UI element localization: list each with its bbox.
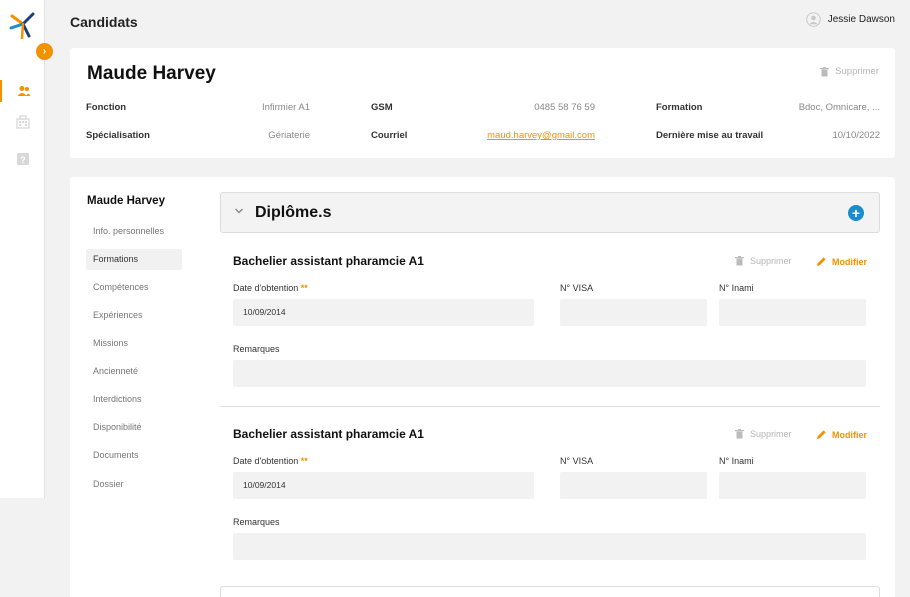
- courriel-label: Courriel: [371, 130, 408, 141]
- side-nav-item-anciennete[interactable]: Ancienneté: [86, 361, 182, 382]
- brand-logo[interactable]: [9, 11, 37, 40]
- building-icon: [15, 115, 30, 129]
- side-nav-item-documents[interactable]: Documents: [86, 445, 182, 466]
- chevron-right-icon: ›: [42, 46, 47, 57]
- formation-value: Bdoc, Omnicare, ...: [798, 102, 880, 113]
- inami-field[interactable]: [719, 472, 866, 499]
- inami-label: N° Inami: [719, 283, 754, 293]
- gsm-label: GSM: [371, 102, 393, 113]
- edit-label: Modifier: [832, 256, 867, 267]
- pencil-icon: [817, 257, 826, 266]
- section-title: Diplôme.s: [255, 204, 332, 221]
- gsm-value: 0485 58 76 59: [534, 102, 595, 113]
- delete-label: Supprimer: [750, 429, 792, 439]
- side-nav-item-disponibilite[interactable]: Disponibilité: [86, 417, 182, 438]
- last-work-value: 10/10/2022: [832, 130, 880, 141]
- trash-icon: [735, 256, 744, 266]
- nav-candidates[interactable]: [0, 80, 45, 102]
- candidate-name: Maude Harvey: [87, 63, 216, 84]
- help-icon: ?: [16, 153, 29, 165]
- side-nav-item-competences[interactable]: Compétences: [86, 277, 182, 298]
- users-icon: [17, 86, 30, 96]
- visa-field[interactable]: [560, 299, 707, 326]
- nav-companies[interactable]: [0, 111, 45, 133]
- delete-label: Supprimer: [750, 256, 792, 266]
- date-obtention-field[interactable]: 10/09/2014: [233, 472, 534, 499]
- delete-diploma-button[interactable]: Supprimer: [735, 429, 792, 439]
- side-nav-item-formations[interactable]: Formations: [86, 249, 182, 270]
- edit-diploma-button[interactable]: Modifier: [816, 429, 867, 440]
- edit-label: Modifier: [832, 429, 867, 440]
- side-nav-item-interdictions[interactable]: Interdictions: [86, 389, 182, 410]
- add-diploma-button[interactable]: +: [848, 205, 864, 221]
- formation-label: Formation: [656, 102, 703, 113]
- date-obtention-label: Date d'obtention **: [233, 283, 308, 293]
- email-link[interactable]: maud.harvey@gmail.com: [487, 130, 595, 141]
- page-title: Candidats: [70, 14, 138, 30]
- date-obtention-label: Date d'obtention **: [233, 456, 308, 466]
- delete-diploma-button[interactable]: Supprimer: [735, 256, 792, 266]
- delete-candidate-button[interactable]: Supprimer: [820, 66, 879, 77]
- svg-text:?: ?: [20, 155, 26, 165]
- diploma-title: Bachelier assistant pharamcie A1: [233, 427, 424, 441]
- diploma-entry: Bachelier assistant pharamcie A1 Supprim…: [233, 427, 867, 562]
- delete-label: Supprimer: [835, 66, 879, 77]
- edit-diploma-button[interactable]: Modifier: [816, 256, 867, 267]
- side-nav-title: Maude Harvey: [87, 195, 165, 207]
- inami-field[interactable]: [719, 299, 866, 326]
- required-mark: **: [300, 456, 308, 466]
- nav-help[interactable]: ?: [0, 148, 45, 170]
- visa-label: N° VISA: [560, 283, 594, 293]
- plus-icon: +: [851, 205, 861, 221]
- remarques-label: Remarques: [233, 517, 280, 527]
- user-avatar-icon: [805, 12, 821, 27]
- specialisation-label: Spécialisation: [86, 130, 150, 141]
- next-section-header[interactable]: [220, 586, 880, 597]
- candidate-detail-card: Maude Harvey Info. personnelles Formatio…: [70, 177, 895, 597]
- trash-icon: [735, 429, 744, 439]
- divider: [220, 406, 880, 407]
- remarques-label: Remarques: [233, 344, 280, 354]
- diplomas-section-header[interactable]: Diplôme.s +: [220, 192, 880, 233]
- side-nav-item-info[interactable]: Info. personnelles: [86, 221, 182, 242]
- side-nav-item-experiences[interactable]: Expériences: [86, 305, 182, 326]
- visa-label: N° VISA: [560, 456, 594, 466]
- user-menu[interactable]: Jessie Dawson: [805, 12, 895, 27]
- candidate-header-card: Maude Harvey Supprimer Fonction Infirmie…: [70, 48, 895, 158]
- visa-field[interactable]: [560, 472, 707, 499]
- side-nav-item-dossier[interactable]: Dossier: [86, 474, 182, 495]
- chevron-down-icon: [235, 208, 243, 214]
- remarques-field[interactable]: [233, 533, 866, 560]
- pencil-icon: [817, 430, 826, 439]
- last-work-label: Dernière mise au travail: [656, 130, 764, 141]
- required-mark: **: [300, 283, 308, 293]
- diploma-entry: Bachelier assistant pharamcie A1 Supprim…: [233, 254, 867, 389]
- fonction-label: Fonction: [86, 102, 127, 113]
- trash-icon: [820, 66, 830, 76]
- expand-sidebar-button[interactable]: ›: [36, 43, 53, 60]
- diploma-title: Bachelier assistant pharamcie A1: [233, 254, 424, 268]
- left-rail: › ?: [0, 0, 53, 498]
- specialisation-value: Gériaterie: [268, 130, 310, 141]
- date-obtention-field[interactable]: 10/09/2014: [233, 299, 534, 326]
- inami-label: N° Inami: [719, 456, 754, 466]
- user-name: Jessie Dawson: [827, 14, 895, 25]
- remarques-field[interactable]: [233, 360, 866, 387]
- fonction-value: Infirmier A1: [261, 102, 310, 113]
- side-nav-item-missions[interactable]: Missions: [86, 333, 182, 354]
